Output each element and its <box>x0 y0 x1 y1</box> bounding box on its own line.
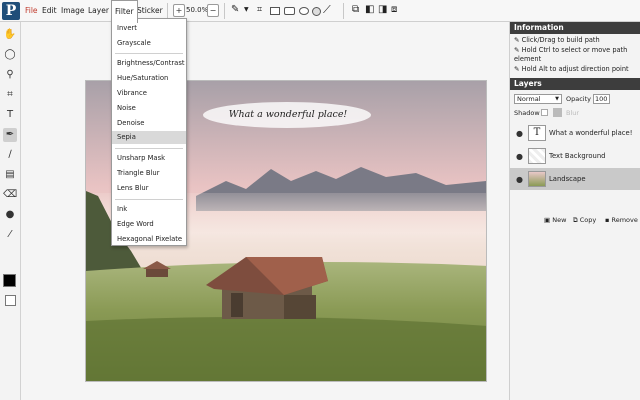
remove-layer-button[interactable]: ▪ Remove <box>605 216 638 224</box>
magic-wand-icon[interactable]: ⚲ <box>3 68 17 82</box>
blur-tool-icon[interactable]: ● <box>3 208 17 222</box>
opacity-input[interactable]: 100 <box>593 94 610 104</box>
filter-item-grayscale[interactable]: Grayscale <box>112 37 186 50</box>
layer-name: Text Background <box>549 152 606 160</box>
filter-item-brightness-contrast[interactable]: Brightness/Contrast <box>112 57 186 70</box>
zoom-out-button[interactable]: − <box>207 4 219 17</box>
copy-layer-button[interactable]: ⧉ Copy <box>573 216 596 225</box>
layer-name: Landscape <box>549 175 586 183</box>
image-layer-thumbnail <box>528 171 546 187</box>
filter-item-edge-word[interactable]: Edge Word <box>112 218 186 231</box>
information-header: Information <box>510 22 640 34</box>
blur-label: Blur <box>566 109 580 117</box>
brush-tool-icon[interactable]: ∕ <box>3 148 17 162</box>
filter-item-lens-blur[interactable]: Lens Blur <box>112 182 186 195</box>
info-line: ✎ Click/Drag to build path <box>514 36 600 44</box>
chevron-down-icon[interactable]: ▼ <box>244 6 249 18</box>
pen-tool-icon[interactable]: ✒ <box>3 128 17 142</box>
pen-icon: ✎ <box>514 36 522 44</box>
menu-edit[interactable]: Edit <box>39 0 60 22</box>
ellipse-select-icon[interactable]: ◯ <box>3 48 17 62</box>
layer-name: What a wonderful place! <box>549 129 633 137</box>
layer-row[interactable]: ● T What a wonderful place! <box>510 122 640 144</box>
menu-layer[interactable]: Layer <box>85 0 112 22</box>
filter-item-ink[interactable]: Ink <box>112 203 186 216</box>
toolbar-divider <box>224 3 225 19</box>
menu-file[interactable]: File <box>22 0 41 22</box>
menu-filter[interactable]: Filter <box>111 0 138 23</box>
filter-item-denoise[interactable]: Denoise <box>112 117 186 130</box>
zoom-in-button[interactable]: + <box>173 4 185 17</box>
top-bar: P File Edit Image Layer Filter Sticker +… <box>0 0 640 23</box>
layer-row[interactable]: ● Text Background <box>510 145 640 167</box>
tools-sidebar: ✋ ◯ ⚲ ⌗ T ✒ ∕ ▤ ⌫ ● ⁄ <box>0 22 21 400</box>
fill-tool-icon[interactable]: ✎ <box>231 4 239 16</box>
bring-forward-icon[interactable]: ◧ <box>365 4 374 16</box>
foreground-color-swatch[interactable] <box>3 274 16 287</box>
filter-item-vibrance[interactable]: Vibrance <box>112 87 186 100</box>
path-tool-icon[interactable]: ⌗ <box>257 5 262 17</box>
workspace: What a wonderful place! <box>21 22 509 400</box>
layer-row-selected[interactable]: ● Landscape <box>510 168 640 190</box>
filter-dropdown-menu: Invert Grayscale Brightness/Contrast Hue… <box>111 18 187 246</box>
rectangle-shape-icon[interactable] <box>270 7 280 15</box>
line-tool-icon[interactable]: ⟋ <box>323 3 331 16</box>
eye-icon[interactable]: ● <box>516 129 523 138</box>
app-logo: P <box>2 2 20 20</box>
crop-tool-icon[interactable]: ⌗ <box>3 88 17 102</box>
eye-icon[interactable]: ● <box>516 152 523 161</box>
eyedropper-icon[interactable]: ⁄ <box>3 228 17 242</box>
new-layer-icon: ▣ <box>544 216 553 224</box>
filter-item-noise[interactable]: Noise <box>112 102 186 115</box>
shadow-checkbox[interactable] <box>541 109 548 116</box>
send-back-icon[interactable]: ⧈ <box>391 4 397 16</box>
info-line: ✎ Hold Ctrl to select or move path eleme… <box>514 46 628 63</box>
filter-item-triangle-blur[interactable]: Triangle Blur <box>112 167 186 180</box>
canvas-caption-text[interactable]: What a wonderful place! <box>204 109 372 120</box>
filter-item-hue-saturation[interactable]: Hue/Saturation <box>112 72 186 85</box>
right-panel: Information ✎ Click/Drag to build path ✎… <box>509 22 640 400</box>
filter-item-hexagonal-pixelate[interactable]: Hexagonal Pixelate <box>112 233 186 246</box>
menu-divider <box>115 148 183 149</box>
menu-divider <box>115 199 183 200</box>
info-line: ✎ Hold Alt to adjust direction point <box>514 65 629 73</box>
new-layer-button[interactable]: ▣ New <box>544 216 566 224</box>
toolbar-divider <box>343 3 344 19</box>
blend-mode-select[interactable]: Normal ▼ <box>514 94 562 104</box>
bring-front-icon[interactable]: ⧉ <box>352 4 359 16</box>
menu-divider <box>115 53 183 54</box>
shadow-label: Shadow <box>514 109 540 117</box>
menu-image[interactable]: Image <box>58 0 88 22</box>
text-layer-icon: T <box>528 125 546 141</box>
toolbar-divider <box>167 3 168 19</box>
hand-tool-icon[interactable]: ✋ <box>3 28 17 42</box>
copy-icon: ⧉ <box>573 216 580 224</box>
eye-icon[interactable]: ● <box>516 175 523 184</box>
text-tool-icon[interactable]: T <box>3 108 17 122</box>
gradient-tool-icon[interactable]: ▤ <box>3 168 17 182</box>
ellipse-shape-icon[interactable] <box>299 7 309 15</box>
pen-icon: ✎ <box>514 46 522 54</box>
filter-item-unsharp-mask[interactable]: Unsharp Mask <box>112 152 186 165</box>
eraser-tool-icon[interactable]: ⌫ <box>3 188 17 202</box>
send-backward-icon[interactable]: ◨ <box>378 4 387 16</box>
rounded-rectangle-icon[interactable] <box>284 7 295 15</box>
zoom-level: 50.0% <box>186 6 209 14</box>
layers-header: Layers <box>510 78 640 90</box>
filter-item-sepia[interactable]: Sepia <box>112 131 186 144</box>
chevron-down-icon: ▼ <box>555 96 559 102</box>
shadow-color-swatch[interactable] <box>553 108 562 117</box>
opacity-label: Opacity <box>566 95 592 103</box>
circle-shape-icon[interactable] <box>312 7 321 16</box>
background-color-swatch[interactable] <box>5 295 16 306</box>
filter-item-invert[interactable]: Invert <box>112 22 186 35</box>
shape-layer-thumbnail <box>528 148 546 164</box>
pen-icon: ✎ <box>514 65 522 73</box>
